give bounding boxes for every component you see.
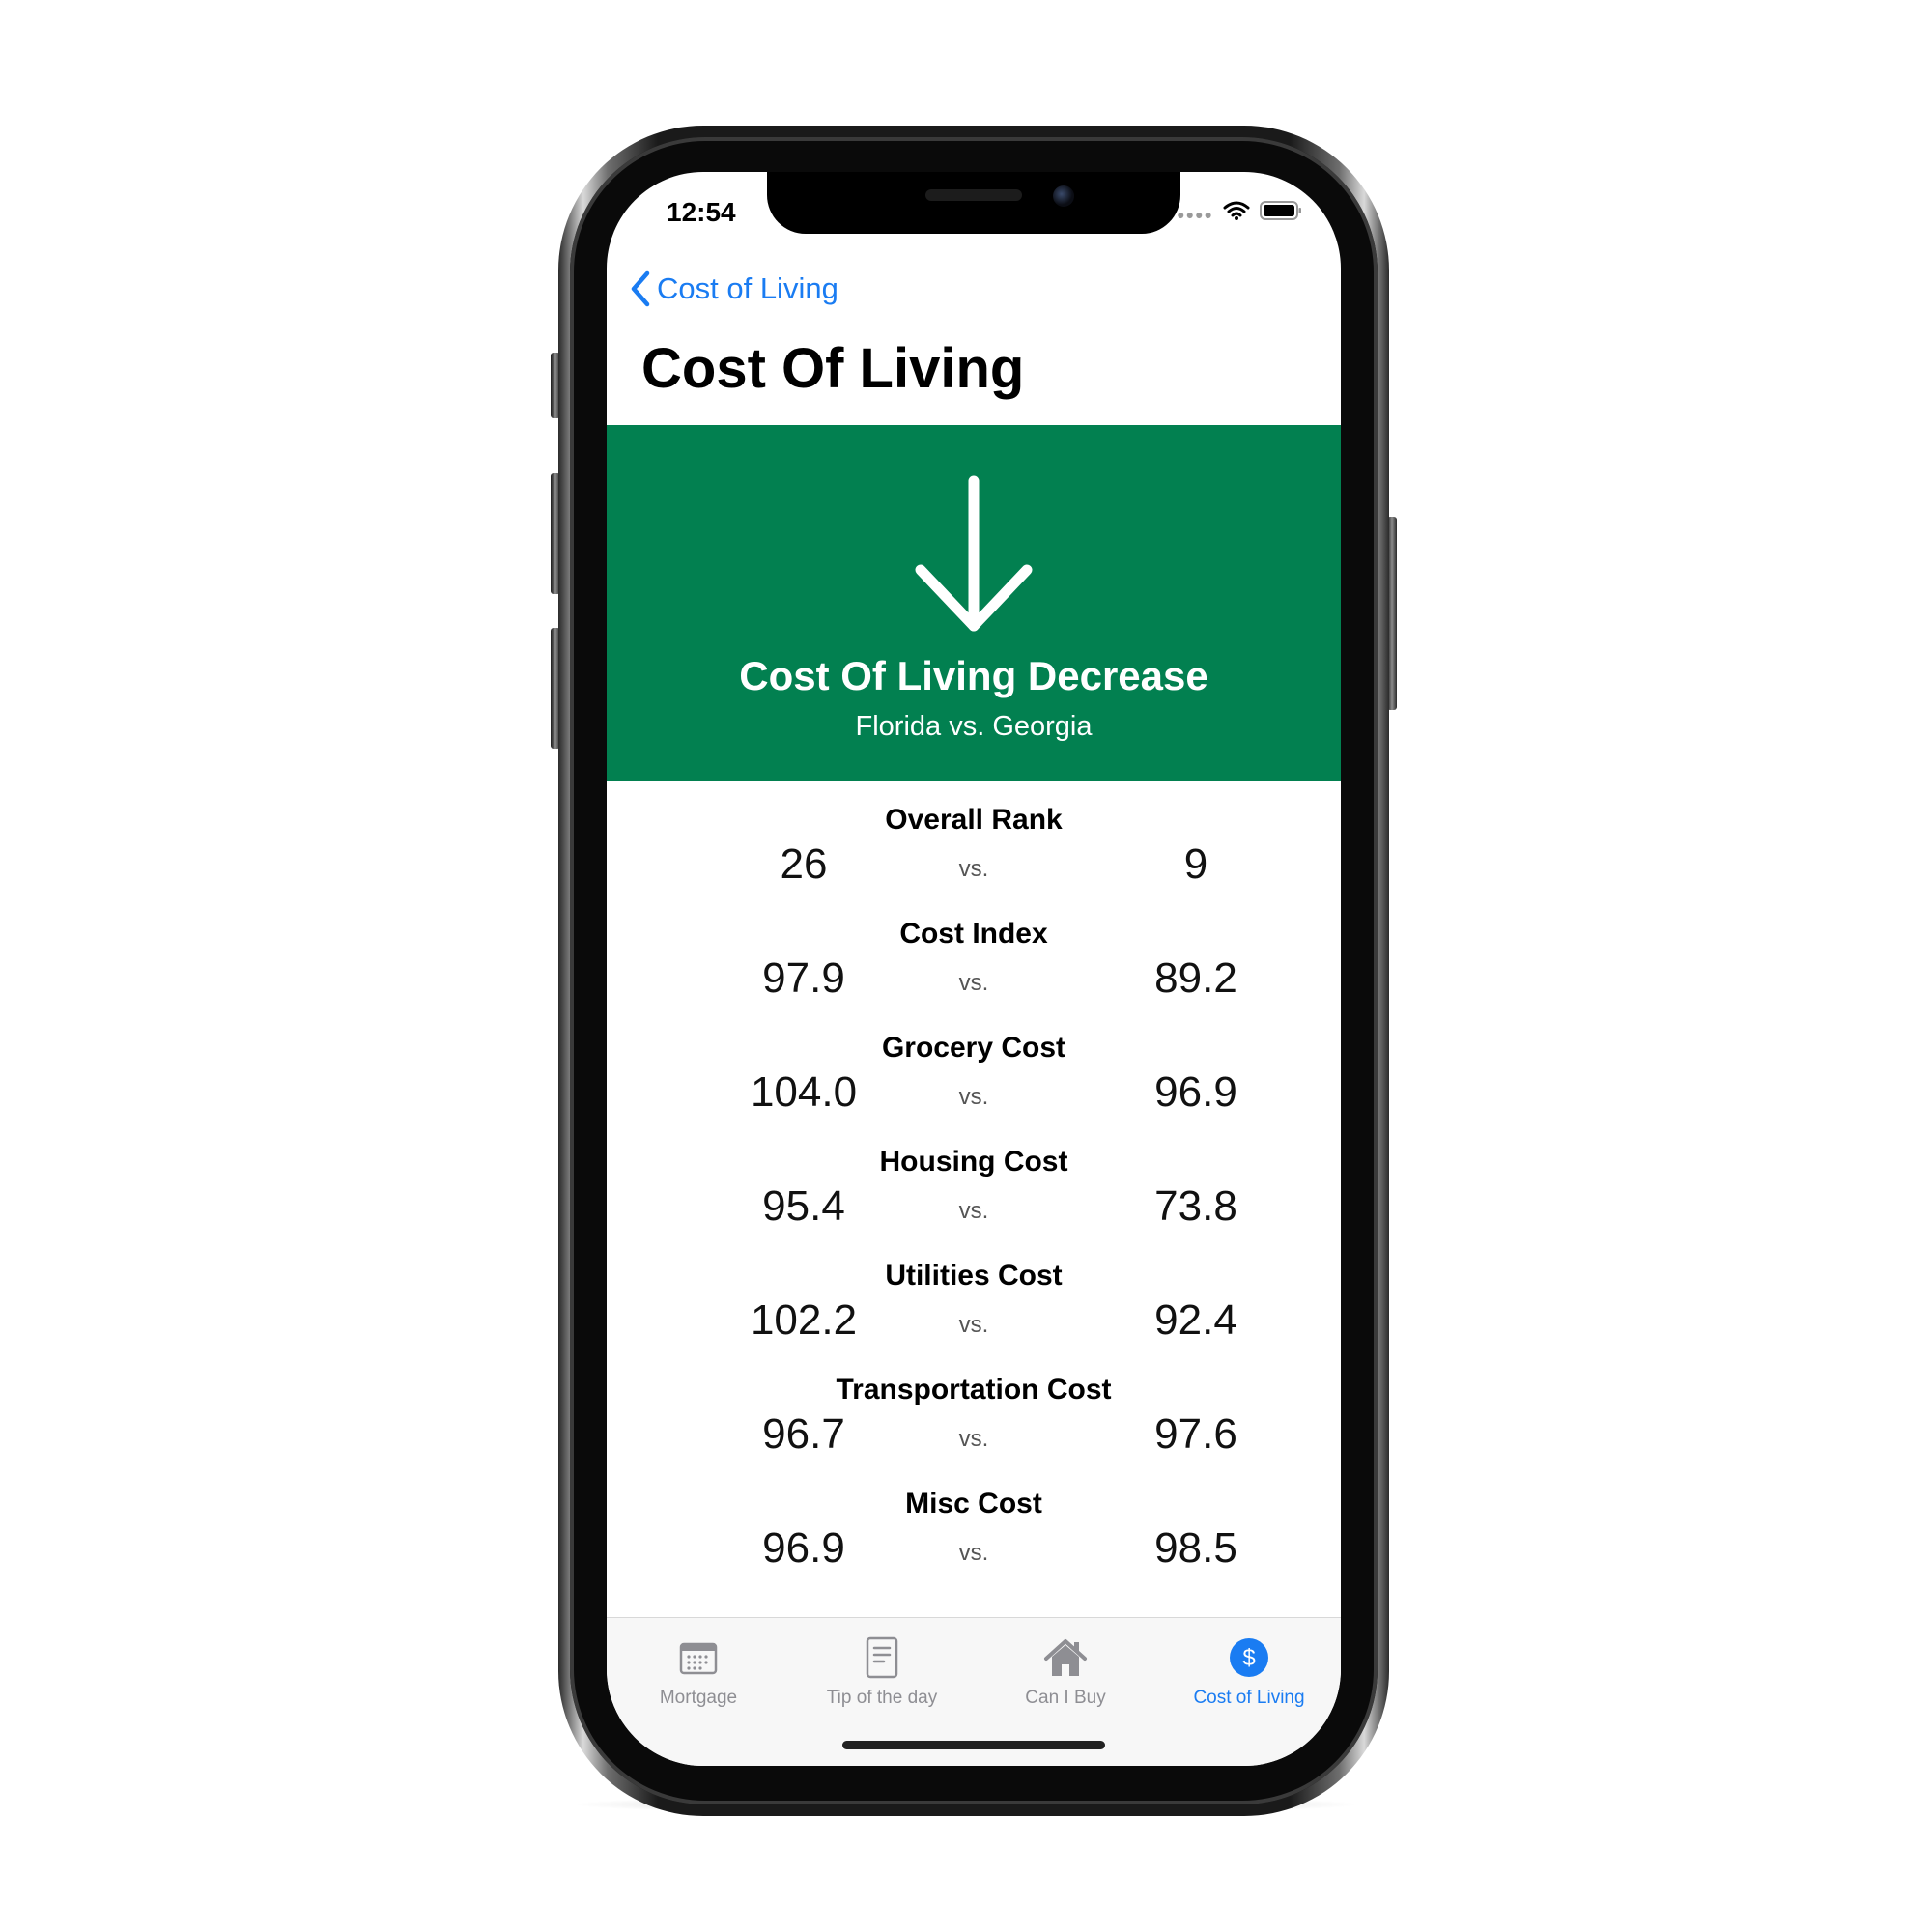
tab-mortgage[interactable]: Mortgage [607,1635,790,1709]
tab-tip-of-the-day[interactable]: Tip of the day [790,1635,974,1709]
vs-separator: vs. [958,1312,989,1338]
comparison-row-misc-cost: Misc Cost 96.9 vs. 98.5 [607,1488,1341,1602]
result-banner: Cost Of Living Decrease Florida vs. Geor… [607,425,1341,781]
georgia-value: 92.4 [1154,1296,1237,1344]
georgia-value: 96.9 [1154,1068,1237,1116]
tab-label: Tip of the day [826,1688,938,1708]
battery-icon [1260,201,1301,220]
house-icon [1044,1639,1087,1676]
tab-label: Cost of Living [1193,1688,1305,1708]
georgia-value: 97.6 [1154,1410,1237,1458]
comparison-list: Overall Rank 26 vs. 9 Cost Index 97.9 vs… [607,804,1341,1602]
page-title: Cost Of Living [641,337,1025,400]
home-indicator[interactable] [842,1741,1105,1749]
florida-value: 97.9 [762,954,845,1002]
vs-separator: vs. [958,1426,989,1452]
earpiece-speaker [925,189,1022,201]
vs-separator: vs. [958,1198,989,1224]
florida-value: 26 [780,840,828,888]
tab-cost-of-living[interactable]: $ Cost of Living [1157,1635,1341,1709]
document-icon [866,1636,898,1679]
row-label: Overall Rank [885,804,1063,836]
comparison-row-transportation-cost: Transportation Cost 96.7 vs. 97.6 [607,1374,1341,1488]
wifi-icon [1223,201,1250,220]
comparison-row-cost-index: Cost Index 97.9 vs. 89.2 [607,918,1341,1032]
back-button[interactable]: Cost of Living [630,270,838,307]
georgia-value: 89.2 [1154,954,1237,1002]
georgia-value: 9 [1183,840,1208,888]
florida-value: 104.0 [750,1068,858,1116]
row-label: Grocery Cost [881,1032,1066,1064]
row-label: Transportation Cost [836,1374,1112,1406]
chevron-left-icon [631,270,650,307]
status-time: 12:54 [667,197,736,227]
notch [767,172,1180,234]
phone-screen: 12:54 ●●●● Cost of Living Cost Of Living… [607,172,1341,1766]
georgia-value: 98.5 [1154,1524,1237,1572]
vs-separator: vs. [958,856,989,882]
vs-separator: vs. [958,970,989,996]
comparison-row-housing-cost: Housing Cost 95.4 vs. 73.8 [607,1146,1341,1260]
florida-value: 95.4 [762,1182,845,1230]
florida-value: 96.7 [762,1410,845,1458]
cellular-signal-icon: ●●●● [1177,207,1213,222]
banner-subtitle: Florida vs. Georgia [855,711,1093,742]
calendar-icon [679,1642,718,1675]
tab-label: Mortgage [659,1688,738,1708]
georgia-value: 73.8 [1154,1182,1237,1230]
arrow-down-icon [915,475,1033,632]
vs-separator: vs. [958,1540,989,1566]
vs-separator: vs. [958,1084,989,1110]
tab-can-i-buy[interactable]: Can I Buy [974,1635,1157,1709]
status-icons: ●●●● [1177,199,1302,222]
row-label: Cost Index [899,918,1048,950]
svg-text:$: $ [1242,1645,1255,1671]
florida-value: 102.2 [750,1296,858,1344]
florida-value: 96.9 [762,1524,845,1572]
front-camera [1053,185,1074,207]
row-label: Misc Cost [905,1488,1042,1520]
back-button-label: Cost of Living [657,271,838,305]
tab-label: Can I Buy [1025,1688,1106,1708]
row-label: Housing Cost [879,1146,1068,1178]
dollar-circle-icon: $ [1230,1638,1268,1677]
banner-title: Cost Of Living Decrease [739,653,1208,698]
comparison-row-utilities-cost: Utilities Cost 102.2 vs. 92.4 [607,1260,1341,1374]
comparison-row-grocery-cost: Grocery Cost 104.0 vs. 96.9 [607,1032,1341,1146]
row-label: Utilities Cost [885,1260,1063,1292]
comparison-row-overall-rank: Overall Rank 26 vs. 9 [607,804,1341,918]
